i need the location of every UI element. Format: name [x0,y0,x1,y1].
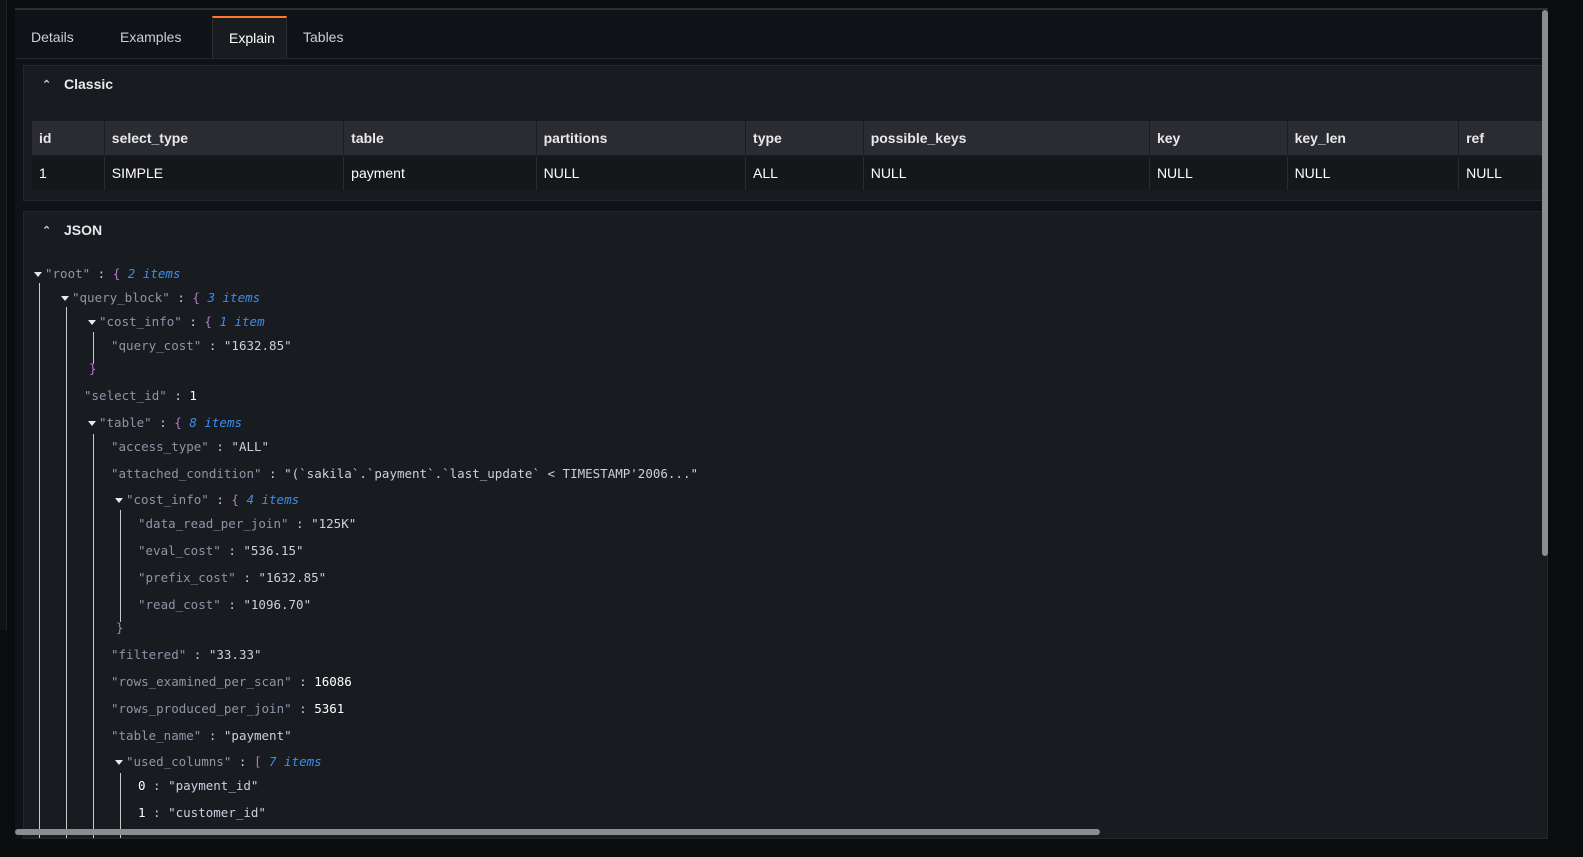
json-node-used-columns[interactable]: "used_columns" : [ 7 items [115,752,322,772]
json-leaf: "attached_condition" : "(`sakila`.`payme… [111,466,699,481]
tab-bar: Details Examples Explain Tables [15,16,367,58]
column-header: ref [1458,121,1547,156]
json-close-brace: } [116,620,124,635]
caret-down-icon [61,296,69,301]
query-detail-panel: Details Examples Explain Tables ⌃ Classi… [15,8,1548,839]
json-leaf: "filtered" : "33.33" [111,647,262,662]
json-leaf: "table_name" : "payment" [111,728,292,743]
json-node-table[interactable]: "table" : { 8 items [88,413,242,433]
json-leaf: "select_id" : 1 [84,388,197,403]
column-header: key [1149,121,1288,156]
column-header: possible_keys [863,121,1150,156]
column-header: select_type [104,121,345,156]
caret-down-icon [115,498,123,503]
classic-header[interactable]: ⌃ Classic [42,76,113,92]
json-leaf: "query_cost" : "1632.85" [111,338,292,353]
json-section: ⌃ JSON "root" : { 2 items "query_block" … [23,211,1548,839]
tab-divider [15,58,1548,59]
table-cell: NULL [1287,155,1460,190]
column-header: type [745,121,864,156]
json-leaf: "rows_produced_per_join" : 5361 [111,701,345,716]
table-cell: NULL [1149,155,1288,190]
tab-explain[interactable]: Explain [212,16,287,58]
column-header: id [32,121,105,156]
explain-table: id select_type table partitions type pos… [32,121,1547,190]
json-array-item: 0 : "payment_id" [138,778,259,793]
table-cell: payment [343,155,537,190]
json-node-root[interactable]: "root" : { 2 items [34,264,180,284]
json-node-cost-info[interactable]: "cost_info" : { 1 item [88,312,265,332]
caret-down-icon [88,421,96,426]
json-header[interactable]: ⌃ JSON [42,222,102,238]
json-leaf: "read_cost" : "1096.70" [138,597,312,612]
json-leaf: "data_read_per_join" : "125K" [138,516,357,531]
tab-tables[interactable]: Tables [287,16,367,58]
json-array-item: 1 : "customer_id" [138,805,266,820]
table-cell: SIMPLE [104,155,345,190]
json-node-query-block[interactable]: "query_block" : { 3 items [61,288,260,308]
json-close-brace: } [89,361,97,376]
left-panel-edge [0,0,7,630]
table-cell: NULL [1458,155,1547,190]
chevron-up-icon: ⌃ [42,224,52,237]
table-row: 1 SIMPLE payment NULL ALL NULL NULL NULL… [32,155,1547,190]
json-node-cost-info[interactable]: "cost_info" : { 4 items [115,490,299,510]
horizontal-scrollbar[interactable] [15,829,1100,835]
table-cell: NULL [536,155,747,190]
vertical-scrollbar[interactable] [1542,10,1548,556]
tab-details[interactable]: Details [15,16,104,58]
column-header: table [343,121,537,156]
table-header-row: id select_type table partitions type pos… [32,121,1547,156]
json-leaf: "prefix_cost" : "1632.85" [138,570,327,585]
json-title: JSON [64,222,103,238]
column-header: partitions [536,121,747,156]
tab-examples[interactable]: Examples [104,16,212,58]
classic-section: ⌃ Classic id select_type table partition… [23,65,1548,201]
caret-down-icon [115,760,123,765]
column-header: key_len [1287,121,1460,156]
json-leaf: "eval_cost" : "536.15" [138,543,304,558]
json-leaf: "access_type" : "ALL" [111,439,270,454]
table-cell: ALL [745,155,864,190]
caret-down-icon [88,320,96,325]
classic-title: Classic [64,76,114,92]
table-cell: 1 [32,155,105,190]
caret-down-icon [34,272,42,277]
chevron-up-icon: ⌃ [42,78,52,91]
json-leaf: "rows_examined_per_scan" : 16086 [111,674,352,689]
table-cell: NULL [863,155,1150,190]
